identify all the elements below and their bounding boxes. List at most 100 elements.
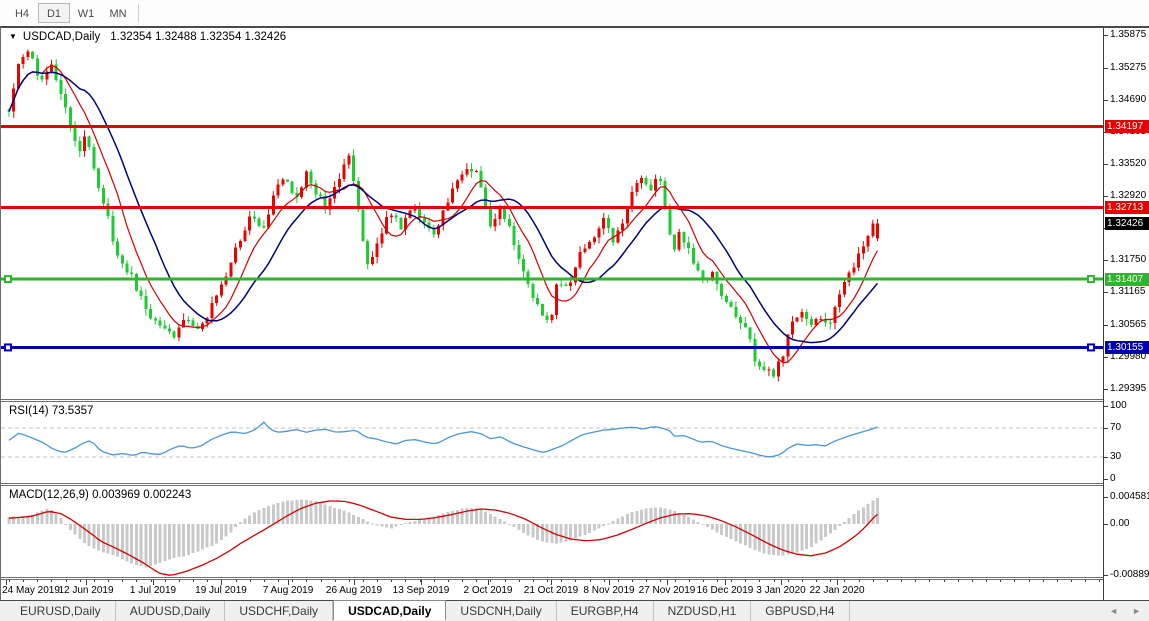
chart-dropdown-icon[interactable]: ▼ xyxy=(9,32,17,41)
date-minor-tick xyxy=(590,580,591,582)
date-minor-tick xyxy=(1014,580,1015,582)
date-minor-tick xyxy=(575,580,576,582)
rsi-chart-canvas[interactable] xyxy=(1,402,1103,483)
date-minor-tick xyxy=(745,580,746,582)
tab-audusd-daily[interactable]: AUDUSD,Daily xyxy=(116,601,226,621)
date-minor-tick xyxy=(1057,580,1058,582)
main-chart-canvas[interactable] xyxy=(1,28,1103,399)
macd-axis-label: -0.008894 xyxy=(1110,569,1149,580)
axis-tick xyxy=(1104,68,1108,69)
date-axis-label: 22 Jan 2020 xyxy=(809,585,864,596)
date-minor-tick xyxy=(278,580,279,582)
date-minor-tick xyxy=(136,580,137,582)
date-minor-tick xyxy=(533,580,534,582)
axis-tick xyxy=(1104,357,1108,358)
toolbar-separator xyxy=(138,4,139,22)
date-minor-tick xyxy=(476,580,477,582)
tab-nzdusd-h1[interactable]: NZDUSD,H1 xyxy=(654,601,752,621)
timeframe-h4-button[interactable]: H4 xyxy=(6,3,38,23)
axis-tick xyxy=(1104,524,1108,525)
timeframe-d1-button[interactable]: D1 xyxy=(38,3,70,23)
main-chart-panel: ▼USDCAD,Daily1.32354 1.32488 1.32354 1.3… xyxy=(1,28,1103,399)
price-axis-label: 1.32920 xyxy=(1110,190,1146,201)
tab-scroll-right-icon[interactable]: ► xyxy=(1132,606,1141,616)
date-minor-tick xyxy=(292,580,293,582)
date-minor-tick xyxy=(151,580,152,582)
date-minor-tick xyxy=(929,580,930,582)
axis-tick xyxy=(1104,196,1108,197)
date-minor-tick xyxy=(859,580,860,582)
date-minor-tick xyxy=(80,580,81,582)
chart-title: ▼USDCAD,Daily1.32354 1.32488 1.32354 1.3… xyxy=(9,31,286,43)
date-minor-tick xyxy=(66,580,67,582)
rsi-axis-label: 30 xyxy=(1110,451,1121,462)
timeframe-w1-button[interactable]: W1 xyxy=(70,3,102,23)
date-axis-label: 21 Oct 2019 xyxy=(524,585,578,596)
timeframe-toolbar: H4D1W1MN xyxy=(0,0,1149,26)
date-axis-label: 24 May 2019 xyxy=(2,585,60,596)
tab-usdcnh-daily[interactable]: USDCNH,Daily xyxy=(446,601,556,621)
axis-tick xyxy=(1104,406,1108,407)
date-minor-tick xyxy=(122,580,123,582)
axis-tick xyxy=(1104,164,1108,165)
date-minor-tick xyxy=(731,580,732,582)
price-axis-label: 1.30565 xyxy=(1110,319,1146,330)
date-minor-tick xyxy=(264,580,265,582)
date-axis-label: 12 Jun 2019 xyxy=(58,585,113,596)
axis-tick xyxy=(1104,428,1108,429)
date-minor-tick xyxy=(363,580,364,582)
timeframe-mn-button[interactable]: MN xyxy=(102,3,134,23)
date-minor-tick xyxy=(689,580,690,582)
date-minor-tick xyxy=(1029,580,1030,582)
date-minor-tick xyxy=(604,580,605,582)
date-minor-tick xyxy=(986,580,987,582)
tab-eurusd-daily[interactable]: EURUSD,Daily xyxy=(6,601,116,621)
axis-tick xyxy=(1104,497,1108,498)
date-minor-tick xyxy=(1043,580,1044,582)
date-minor-tick xyxy=(462,580,463,582)
date-minor-tick xyxy=(236,580,237,582)
date-minor-tick xyxy=(391,580,392,582)
date-minor-tick xyxy=(349,580,350,582)
tab-gbpusd-h4[interactable]: GBPUSD,H4 xyxy=(751,601,849,621)
date-minor-tick xyxy=(1099,580,1100,582)
axis-tick xyxy=(1104,389,1108,390)
date-minor-tick xyxy=(9,580,10,582)
tab-eurgbp-h4[interactable]: EURGBP,H4 xyxy=(557,601,654,621)
date-axis-label: 16 Dec 2019 xyxy=(697,585,754,596)
axis-tick xyxy=(1104,575,1108,576)
rsi-axis-label: 70 xyxy=(1110,422,1121,433)
date-minor-tick xyxy=(250,580,251,582)
date-minor-tick xyxy=(490,580,491,582)
date-minor-tick xyxy=(108,580,109,582)
rsi-label: RSI(14) 73.5357 xyxy=(9,405,93,417)
macd-signal-line xyxy=(9,501,878,575)
tab-usdchf-daily[interactable]: USDCHF,Daily xyxy=(225,601,333,621)
date-minor-tick xyxy=(1071,580,1072,582)
tab-scroll-left-icon[interactable]: ◄ xyxy=(1109,606,1118,616)
date-minor-tick xyxy=(830,580,831,582)
date-minor-tick xyxy=(519,580,520,582)
price-axis-label: 1.33520 xyxy=(1110,158,1146,169)
date-minor-tick xyxy=(717,580,718,582)
date-minor-tick xyxy=(306,580,307,582)
macd-label: MACD(12,26,9) 0.003969 0.002243 xyxy=(9,489,191,501)
axis-tick xyxy=(1104,100,1108,101)
date-minor-tick xyxy=(94,580,95,582)
date-axis-label: 27 Nov 2019 xyxy=(639,585,696,596)
axis-tick xyxy=(1104,292,1108,293)
date-minor-tick xyxy=(887,580,888,582)
price-axis-label: 1.31750 xyxy=(1110,254,1146,265)
axis-tick xyxy=(1104,35,1108,36)
date-minor-tick xyxy=(972,580,973,582)
resistance-line-price-badge: 1.32713 xyxy=(1105,201,1149,214)
date-minor-tick xyxy=(1085,580,1086,582)
tab-usdcad-daily[interactable]: USDCAD,Daily xyxy=(333,600,446,620)
date-minor-tick xyxy=(915,580,916,582)
date-axis-label: 1 Jul 2019 xyxy=(130,585,176,596)
tab-scroll-controls: ◄► xyxy=(1109,601,1141,621)
current-price-badge: 1.32426 xyxy=(1105,217,1149,230)
macd-axis-label: 0.00 xyxy=(1110,518,1129,529)
date-minor-tick xyxy=(547,580,548,582)
date-minor-tick xyxy=(632,580,633,582)
